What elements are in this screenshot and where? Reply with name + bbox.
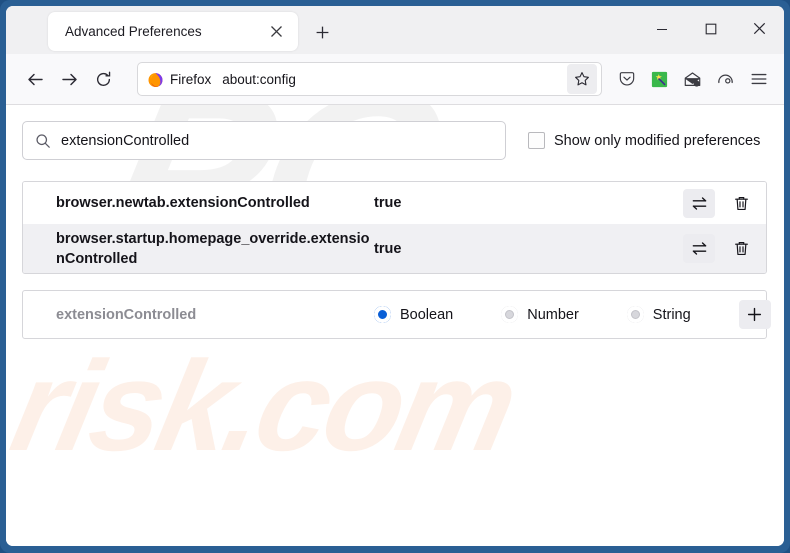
search-value: extensionControlled — [61, 132, 190, 149]
radio-number-label: Number — [527, 306, 579, 323]
firefox-logo-icon — [147, 71, 164, 88]
new-preference-name: extensionControlled — [56, 306, 197, 323]
type-radio-group: Boolean Number String — [374, 306, 739, 323]
show-modified-preferences-toggle[interactable]: Show only modified preferences — [528, 132, 760, 149]
window-controls — [637, 6, 784, 51]
about-config-page: PC risk.com extensionControlled — [6, 105, 784, 546]
preference-value: true — [374, 195, 402, 211]
search-icon — [35, 133, 51, 149]
radio-boolean-label: Boolean — [400, 306, 454, 323]
maximize-button[interactable] — [686, 6, 735, 51]
preference-name: browser.startup.homepage_override.extens… — [56, 230, 370, 267]
radio-string-label: String — [652, 306, 691, 323]
trash-icon[interactable] — [725, 234, 757, 263]
hamburger-menu-icon[interactable] — [742, 63, 775, 96]
radio-string-indicator[interactable] — [626, 306, 644, 323]
account-sync-icon[interactable] — [709, 63, 742, 96]
minimize-button[interactable] — [637, 6, 686, 51]
url-text[interactable]: about:config — [222, 72, 567, 87]
identity-chip[interactable]: Firefox — [141, 67, 220, 91]
mail-icon[interactable] — [676, 63, 709, 96]
add-preference-button[interactable] — [738, 300, 771, 329]
close-window-button[interactable] — [735, 6, 784, 51]
preferences-table: browser.newtab.extensionControlled true — [22, 181, 767, 274]
table-row[interactable]: browser.startup.homepage_override.extens… — [23, 224, 766, 273]
radio-number[interactable]: Number — [501, 306, 579, 323]
search-row: extensionControlled Show only modified p… — [22, 121, 767, 160]
window-content: Advanced Preferences Firefox about:confi… — [6, 6, 784, 546]
back-button[interactable] — [18, 62, 52, 96]
tab-title: Advanced Preferences — [65, 24, 202, 39]
trash-icon[interactable] — [725, 189, 757, 218]
watermark-bottom: risk.com — [6, 335, 526, 478]
tab-advanced-preferences[interactable]: Advanced Preferences — [48, 12, 298, 51]
reload-button[interactable] — [86, 62, 120, 96]
bookmark-star-icon[interactable] — [567, 64, 597, 94]
close-tab-icon[interactable] — [264, 20, 288, 44]
table-row[interactable]: browser.newtab.extensionControlled true — [23, 182, 766, 224]
radio-number-indicator[interactable] — [501, 306, 519, 323]
toggle-arrows-icon[interactable] — [683, 188, 715, 218]
radio-boolean[interactable]: Boolean — [374, 306, 453, 323]
identity-label: Firefox — [170, 71, 212, 87]
browser-window: Advanced Preferences Firefox about:confi… — [0, 0, 790, 553]
preference-name: browser.newtab.extensionControlled — [56, 195, 310, 211]
show-modified-checkbox[interactable] — [528, 132, 545, 149]
radio-string[interactable]: String — [626, 306, 691, 323]
address-bar[interactable]: Firefox about:config — [137, 62, 602, 96]
radio-boolean-indicator[interactable] — [374, 306, 391, 323]
toggle-arrows-icon[interactable] — [683, 234, 715, 263]
forward-button[interactable] — [52, 62, 86, 96]
navigation-toolbar: Firefox about:config — [6, 54, 784, 105]
toolbar-icon-group — [610, 63, 775, 96]
search-input[interactable]: extensionControlled — [22, 121, 506, 160]
tab-strip: Advanced Preferences — [6, 6, 784, 54]
pocket-icon[interactable] — [610, 63, 643, 96]
add-preference-row: extensionControlled Boolean Number Strin… — [23, 291, 771, 338]
row-actions — [683, 234, 757, 263]
new-tab-button[interactable] — [307, 17, 337, 47]
extension-icon[interactable] — [643, 63, 676, 96]
add-preference-panel: extensionControlled Boolean Number Strin… — [22, 290, 771, 339]
show-modified-label: Show only modified preferences — [554, 132, 761, 149]
preference-value: true — [374, 240, 402, 257]
row-actions — [683, 188, 757, 218]
